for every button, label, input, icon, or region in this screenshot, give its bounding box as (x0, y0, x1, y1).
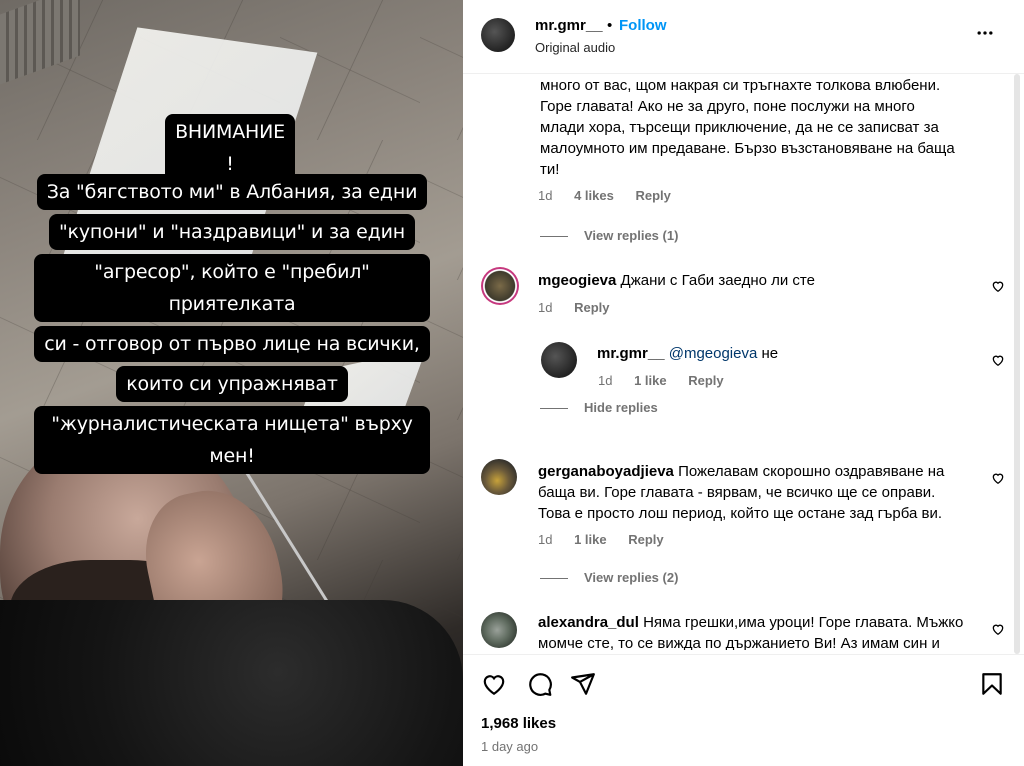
post-sidebar: mr.gmr__ • Follow Original audio много о… (463, 0, 1024, 766)
comment-line: Няма грешки,има уроци! Горе главата. Мъж… (643, 614, 964, 631)
comment-line: млади хора, търсещи приключение, да не с… (540, 119, 939, 136)
story-line: "купони" и "наздравици" и за един (49, 214, 415, 250)
comment-meta: 1d 4 likes Reply (538, 188, 689, 203)
comment-text: alexandra_dul Няма грешки,има уроци! Гор… (538, 612, 988, 650)
replies-divider (540, 236, 568, 238)
comment-line: Това е просто лош период, който ще остан… (538, 505, 943, 522)
reply-button[interactable]: Reply (635, 188, 670, 203)
comment-line: момче сте, то се вижда по държанието Ви!… (538, 635, 940, 650)
reply-username[interactable]: mr.gmr__ (597, 345, 665, 362)
comment-meta: 1d Reply (538, 300, 628, 315)
reply-text: mr.gmr__ @mgeogieva не (597, 343, 977, 364)
comment-line: Горе главата! Ако не за друго, поне посл… (540, 98, 915, 115)
comment-body: Джани с Габи заедно ли сте (620, 272, 815, 289)
comment-icon[interactable] (527, 671, 553, 697)
reply-button[interactable]: Reply (688, 373, 723, 388)
comment-text: gerganaboyadjieva Пожелавам скорошно озд… (538, 461, 978, 524)
story-line: си - отговор от първо лице на всички, (34, 326, 430, 362)
story-line: "журналистическата нищета" върху мен! (34, 406, 430, 474)
reply-body: не (761, 345, 779, 362)
view-replies-button[interactable]: View replies (1) (540, 228, 678, 243)
reply-time[interactable]: 1d (598, 373, 612, 388)
commenter-avatar[interactable] (481, 459, 517, 495)
comment-text: mgeogieva Джани с Габи заедно ли сте (538, 270, 978, 291)
reply-avatar[interactable] (541, 342, 577, 378)
story-line: "агресор", който е "пребил" приятелката (34, 254, 430, 322)
heart-icon[interactable] (481, 671, 507, 697)
post-media[interactable]: ВНИМАНИЕ ! За "бягството ми" в Албания, … (0, 0, 463, 766)
comments-list[interactable]: много от вас, щом накрая си тръгнахте то… (463, 75, 1024, 650)
comment-meta: 1d 1 like Reply (538, 532, 682, 547)
comment-like-icon[interactable] (991, 622, 1005, 636)
replies-divider (540, 578, 568, 580)
story-line: които си упражняват (116, 366, 348, 402)
reply-button[interactable]: Reply (574, 300, 609, 315)
post-header: mr.gmr__ • Follow Original audio (463, 0, 1024, 74)
view-replies-label[interactable]: View replies (1) (584, 228, 678, 243)
replies-divider (540, 408, 568, 410)
comment-likes[interactable]: 4 likes (574, 188, 614, 203)
comment-like-icon[interactable] (991, 471, 1005, 485)
commenter-avatar[interactable] (481, 612, 517, 648)
comment-time[interactable]: 1d (538, 188, 552, 203)
bookmark-icon[interactable] (979, 671, 1005, 697)
reply-like-icon[interactable] (991, 353, 1005, 367)
more-horizontal-icon[interactable] (975, 23, 995, 43)
comment-line: малоумното им предаване. Бързо възстанов… (540, 140, 955, 157)
comment-line: много от вас, щом накрая си тръгнахте то… (540, 77, 941, 94)
post-actions: 1,968 likes 1 day ago (463, 654, 1024, 766)
view-replies-button[interactable]: View replies (2) (540, 570, 678, 585)
comment-time[interactable]: 1d (538, 300, 552, 315)
comment-line: баща ви. Горе главата - вярвам, че всичк… (538, 484, 936, 501)
scrollbar-thumb[interactable] (1014, 74, 1020, 654)
person-jacket (0, 600, 463, 766)
separator-dot: • (607, 17, 613, 34)
commenter-avatar[interactable] (481, 267, 519, 305)
commenter-username[interactable]: mgeogieva (538, 272, 616, 289)
commenter-username[interactable]: alexandra_dul (538, 614, 639, 631)
hide-replies-button[interactable]: Hide replies (540, 400, 658, 415)
commenter-username[interactable]: gerganaboyadjieva (538, 463, 674, 480)
reply-button[interactable]: Reply (628, 532, 663, 547)
author-username[interactable]: mr.gmr__ (535, 17, 603, 34)
share-icon[interactable] (570, 671, 596, 697)
comment-line: ти! (540, 161, 560, 178)
likes-count[interactable]: 1,968 likes (481, 715, 556, 732)
comment-line: Пожелавам скорошно оздравяване на (678, 463, 945, 480)
story-body: За "бягството ми" в Албания, за едни "ку… (34, 172, 430, 476)
comment-like-icon[interactable] (991, 279, 1005, 293)
comment-time[interactable]: 1d (538, 532, 552, 547)
comment-likes[interactable]: 1 like (574, 532, 607, 547)
reply-likes[interactable]: 1 like (634, 373, 667, 388)
story-line: За "бягството ми" в Албания, за едни (36, 174, 428, 210)
reply-meta: 1d 1 like Reply (598, 373, 742, 388)
view-replies-label[interactable]: View replies (2) (584, 570, 678, 585)
hide-replies-label[interactable]: Hide replies (584, 400, 658, 415)
author-avatar[interactable] (481, 18, 515, 52)
post-timestamp[interactable]: 1 day ago (481, 739, 538, 754)
mention-link[interactable]: @mgeogieva (669, 345, 758, 362)
comments-scrollbar[interactable] (1011, 74, 1021, 654)
follow-button[interactable]: Follow (619, 17, 667, 34)
comment-text: много от вас, щом накрая си тръгнахте то… (540, 75, 980, 180)
audio-label[interactable]: Original audio (535, 40, 615, 55)
